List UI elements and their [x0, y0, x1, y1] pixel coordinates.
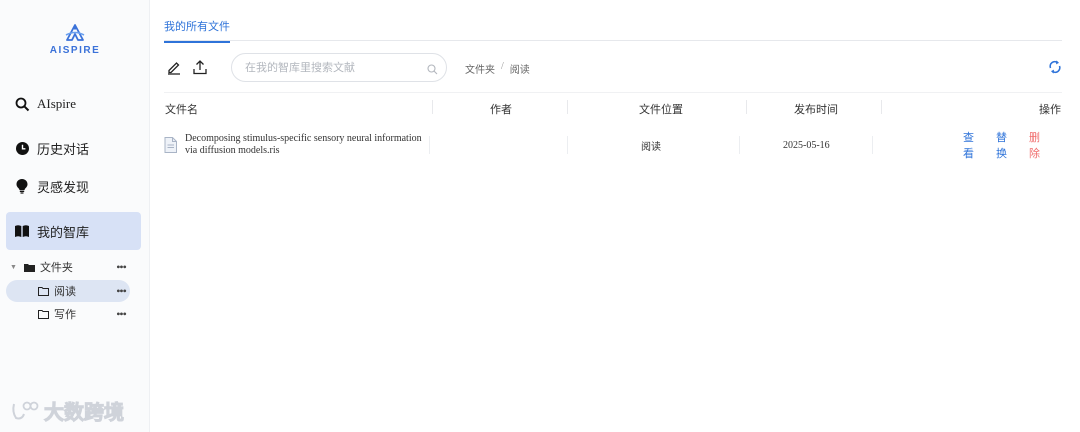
column-header-actions: 操作: [1039, 104, 1061, 116]
search-box: [231, 53, 447, 82]
breadcrumb-separator: /: [501, 61, 504, 72]
nav-label: AIspire: [37, 96, 76, 111]
nav-my-library[interactable]: 我的智库: [6, 212, 141, 250]
row-divider: [567, 136, 568, 154]
toolbar: 文件夹 / 阅读: [164, 52, 1062, 84]
tree-label: 文件夹: [39, 262, 73, 274]
search-input[interactable]: [243, 60, 427, 75]
folder-outline-icon: [38, 286, 49, 296]
delete-button[interactable]: 删除: [1029, 129, 1050, 161]
watermark-logo-icon: [12, 401, 39, 419]
upload-icon[interactable]: [192, 59, 210, 77]
refresh-icon[interactable]: [1048, 59, 1062, 80]
book-icon: [14, 223, 30, 239]
caret-down-icon[interactable]: ▼: [10, 263, 17, 271]
tab-all-files[interactable]: 我的所有文件: [164, 18, 230, 43]
table-header: 文件名 作者 文件位置 发布时间 操作: [164, 92, 1062, 121]
tree-folder-writing[interactable]: 写作 •••: [6, 303, 130, 325]
nav-label: 灵感发现: [37, 179, 90, 195]
table-row[interactable]: Decomposing stimulus-specific sensory ne…: [164, 124, 1062, 166]
column-divider: [432, 100, 433, 114]
column-divider: [746, 100, 747, 114]
tree-folder-reading[interactable]: 阅读 •••: [6, 280, 130, 302]
row-divider: [872, 136, 873, 154]
edit-icon[interactable]: [166, 59, 184, 77]
logo-text: AISPIRE: [49, 45, 101, 56]
view-button[interactable]: 查看: [963, 129, 984, 161]
main-panel: 我的所有文件 文件夹 / 阅读 文件名 作者 文件位置 发布时间: [164, 0, 1062, 432]
row-divider: [739, 136, 740, 154]
sidebar: AISPIRE AIspire 历史对话 灵感发现 我的智库 ▼ 文件夹 •••: [0, 0, 150, 432]
breadcrumb-item-current: 阅读: [509, 65, 530, 76]
search-icon[interactable]: [427, 62, 438, 80]
file-name[interactable]: Decomposing stimulus-specific sensory ne…: [185, 133, 423, 157]
breadcrumb: 文件夹 / 阅读: [465, 61, 530, 76]
watermark: 大数跨境: [10, 396, 125, 425]
tab-bar: 我的所有文件: [164, 14, 1062, 43]
actions-cell: 查看 替换 删除: [963, 124, 1062, 166]
search-icon: [14, 96, 30, 112]
nav-inspiration[interactable]: 灵感发现: [6, 167, 141, 205]
column-divider: [881, 100, 882, 114]
more-icon[interactable]: •••: [112, 307, 130, 322]
tree-label: 阅读: [54, 286, 76, 298]
nav-history[interactable]: 历史对话: [6, 129, 141, 167]
column-header-name[interactable]: 文件名: [165, 101, 198, 117]
folder-icon: [23, 263, 35, 272]
published-cell: 2025-05-16: [783, 139, 830, 151]
lightbulb-icon: [14, 178, 30, 194]
column-header-author[interactable]: 作者: [490, 101, 512, 117]
tree-folder-root[interactable]: ▼ 文件夹 •••: [6, 256, 130, 278]
nav-aispire[interactable]: AIspire: [6, 85, 141, 123]
column-header-published[interactable]: 发布时间: [794, 101, 838, 117]
folder-outline-icon: [38, 309, 49, 319]
row-divider: [429, 136, 430, 154]
breadcrumb-item[interactable]: 文件夹: [465, 61, 495, 76]
column-header-location[interactable]: 文件位置: [639, 101, 683, 117]
nav-label: 历史对话: [37, 141, 90, 157]
logo[interactable]: AISPIRE: [40, 24, 110, 56]
aispire-logo-icon: [65, 24, 85, 41]
tree-label: 写作: [54, 309, 76, 321]
clock-icon: [14, 140, 30, 156]
watermark-text: 大数跨境: [44, 400, 125, 425]
location-cell: 阅读: [641, 141, 661, 153]
more-icon[interactable]: •••: [112, 284, 130, 299]
file-name-cell: Decomposing stimulus-specific sensory ne…: [164, 124, 423, 166]
nav-label: 我的智库: [37, 224, 90, 240]
more-icon[interactable]: •••: [112, 260, 130, 275]
replace-button[interactable]: 替换: [996, 129, 1017, 161]
column-divider: [567, 100, 568, 114]
document-icon: [164, 137, 177, 153]
